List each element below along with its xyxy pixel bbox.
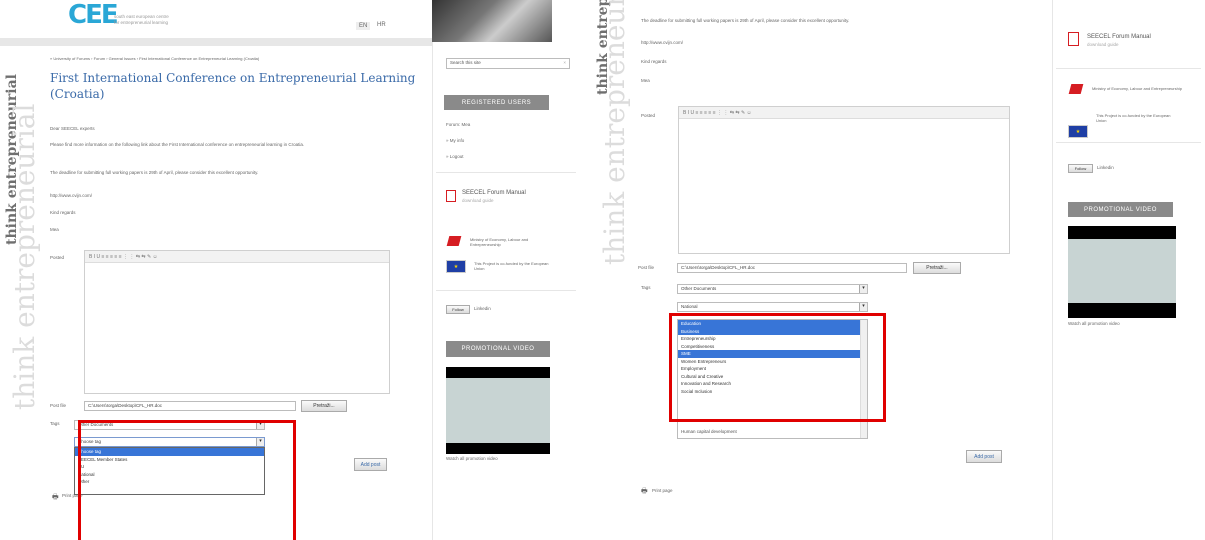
ministry-text-right: Ministry of Economy, Labour and Entrepre… xyxy=(1092,86,1182,91)
sidebar-divider-r1 xyxy=(1056,68,1201,69)
tags-select-region-right[interactable]: National ▾ xyxy=(677,302,868,312)
breadcrumb[interactable]: » University of Forums › Forum › General… xyxy=(50,56,410,62)
lang-hr[interactable]: HR xyxy=(377,22,386,28)
file-label-right: Post file xyxy=(638,265,655,270)
video-player[interactable] xyxy=(446,367,550,454)
ministry-logo xyxy=(446,236,462,246)
watch-videos-link[interactable]: Watch all promotion video xyxy=(446,456,498,462)
watch-videos-link-right[interactable]: Watch all promotion video xyxy=(1068,321,1120,327)
post-editor[interactable]: B I U ≡ ≡ ≡ ≡ ≡ ⋮ ⋮ ⇆ ⇆ ✎ ☺ xyxy=(84,250,390,394)
follow-button[interactable]: Follow xyxy=(446,305,470,314)
post-greeting: Dear SEECEL experts xyxy=(50,126,95,131)
post-body-2-right: The deadline for submitting full working… xyxy=(641,18,850,23)
manual-subtitle-right: download guide xyxy=(1087,42,1119,47)
page-title: First International Conference on Entrep… xyxy=(50,71,416,101)
search-input[interactable]: Search this site × xyxy=(446,58,570,69)
editor-toolbar-icons-right[interactable]: B I U ≡ ≡ ≡ ≡ ≡ ⋮ ⋮ ⇆ ⇆ ✎ ☺ xyxy=(683,110,752,116)
file-path-input[interactable]: C:\Users\Iorga\Desktop\CFL_HR.doc xyxy=(84,401,296,411)
my-info-link[interactable]: » My info xyxy=(446,138,464,144)
posted-label-right: Posted xyxy=(641,113,656,118)
manual-icon-right[interactable] xyxy=(1068,32,1079,46)
tags-select-type-right-value: Other Documents xyxy=(681,286,717,291)
ministry-text: Ministry of Economy, Labour and Entrepre… xyxy=(470,237,529,247)
tags-label: Tags xyxy=(50,421,60,426)
site-header: CEE south east european centre for entre… xyxy=(0,0,430,38)
screens-gap xyxy=(580,0,588,540)
file-label: Post file xyxy=(50,403,67,408)
file-path-input-right[interactable]: C:\Users\Iorga\Desktop\CFL_HR.doc xyxy=(677,263,907,273)
sidebar-divider-r2 xyxy=(1056,142,1201,143)
user-label: Forum: Mea xyxy=(446,122,471,127)
post-closing-right: Kind regards xyxy=(641,59,667,64)
post-closing: Kind regards xyxy=(50,210,76,215)
tags-select-type-right[interactable]: Other Documents ▾ xyxy=(677,284,868,294)
print-icon[interactable]: 🖶 xyxy=(52,493,59,504)
highlight-box-right xyxy=(669,313,886,422)
chevron-down-icon[interactable]: ▾ xyxy=(859,303,867,311)
post-body-1: Please find more information on the foll… xyxy=(50,142,305,147)
vertical-brand-text-faded: think entrepreneurial xyxy=(8,103,41,410)
linkedin-link-right[interactable]: Linkedin xyxy=(1097,165,1114,171)
editor-toolbar-right[interactable]: B I U ≡ ≡ ≡ ≡ ≡ ⋮ ⋮ ⇆ ⇆ ✎ ☺ xyxy=(679,107,1009,119)
browse-button[interactable]: Pretraži... xyxy=(301,400,347,412)
linkedin-link[interactable]: Linkedin xyxy=(474,306,491,312)
video-frame-right xyxy=(1068,239,1176,303)
close-icon[interactable]: × xyxy=(563,60,566,65)
post-link[interactable]: http://www.cvijn.com/ xyxy=(50,193,92,199)
logo-tagline: south east european centre for entrepren… xyxy=(114,14,169,25)
topic-option-extra[interactable]: Human capital development xyxy=(678,428,737,436)
video-player-right[interactable] xyxy=(1068,226,1176,318)
add-post-button[interactable]: Add post xyxy=(354,458,387,471)
manual-title-right[interactable]: SEECEL Forum Manual xyxy=(1087,34,1151,40)
sidebar-divider-2 xyxy=(436,290,576,291)
editor-toolbar-icons[interactable]: B I U ≡ ≡ ≡ ≡ ≡ ⋮ ⋮ ⇆ ⇆ ✎ ☺ xyxy=(89,254,158,260)
promo-video-tab-right: PROMOTIONAL VIDEO xyxy=(1068,202,1173,217)
column-divider-right xyxy=(1052,0,1053,540)
video-frame xyxy=(446,378,550,443)
eu-text: This Project is co-funded by the Europea… xyxy=(474,261,549,271)
logo[interactable]: CEE xyxy=(68,0,119,30)
add-post-button-right[interactable]: Add post xyxy=(966,450,1002,463)
posted-label: Posted xyxy=(50,255,65,260)
highlight-box-left xyxy=(78,420,296,540)
header-photo xyxy=(432,0,552,42)
manual-icon[interactable] xyxy=(446,190,456,202)
vertical-brand-text-right-faded: think entrepreneurial xyxy=(598,0,631,265)
manual-title[interactable]: SEECEL Forum Manual xyxy=(462,190,526,196)
post-editor-right[interactable]: B I U ≡ ≡ ≡ ≡ ≡ ⋮ ⋮ ⇆ ⇆ ✎ ☺ xyxy=(678,106,1010,254)
registered-users-tab: REGISTERED USERS xyxy=(444,95,549,110)
chevron-down-icon[interactable]: ▾ xyxy=(859,285,867,293)
ministry-logo-right xyxy=(1068,84,1084,94)
header-strip xyxy=(0,38,432,46)
post-body-2: The deadline for submitting full working… xyxy=(50,170,259,175)
post-link-right[interactable]: http://www.cvijn.com/ xyxy=(641,40,683,46)
print-icon-right[interactable]: 🖶 xyxy=(641,487,648,498)
browse-button-right[interactable]: Pretraži... xyxy=(913,262,961,274)
search-placeholder: Search this site xyxy=(450,60,481,65)
eu-text-right: This Project is co-funded by the Europea… xyxy=(1096,113,1171,123)
lang-en[interactable]: EN xyxy=(356,22,371,30)
tags-label-right: Tags xyxy=(641,285,651,290)
logout-link[interactable]: » Logout xyxy=(446,154,464,160)
editor-toolbar[interactable]: B I U ≡ ≡ ≡ ≡ ≡ ⋮ ⋮ ⇆ ⇆ ✎ ☺ xyxy=(85,251,389,263)
follow-button-right[interactable]: Follow xyxy=(1068,164,1093,173)
post-signature: Mea xyxy=(50,227,59,232)
eu-flag-icon xyxy=(446,260,466,273)
column-divider xyxy=(432,42,433,540)
tags-select-region-right-value: National xyxy=(681,304,698,309)
post-signature-right: Mea xyxy=(641,78,650,83)
sidebar-divider xyxy=(436,172,576,173)
promo-video-tab: PROMOTIONAL VIDEO xyxy=(446,341,550,357)
print-link-right[interactable]: Print page xyxy=(652,488,673,494)
eu-flag-icon-right xyxy=(1068,125,1088,138)
manual-subtitle: download guide xyxy=(462,198,494,203)
